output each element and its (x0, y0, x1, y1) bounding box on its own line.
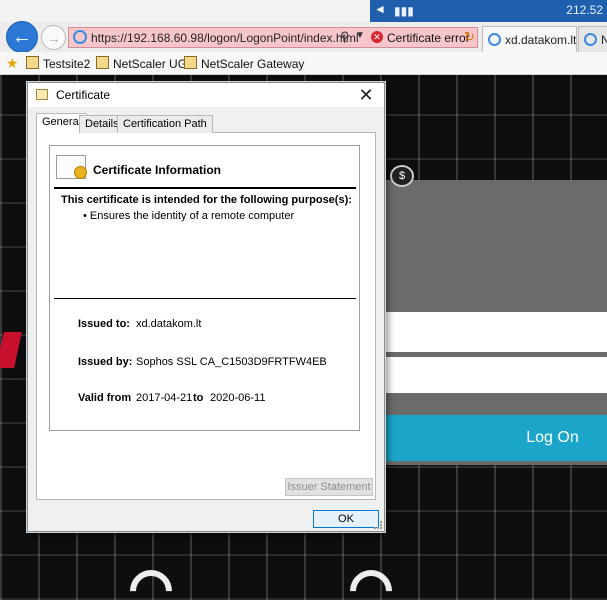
valid-from-value: 2017-04-21 (136, 392, 193, 404)
page-icon (184, 56, 197, 69)
page-icon (96, 56, 109, 69)
dialog-title: Certificate (56, 88, 111, 102)
search-icon[interactable]: ⚲ (340, 29, 350, 45)
page-icon (26, 56, 39, 69)
issued-to-label: Issued to: (78, 318, 130, 330)
certificate-dialog: Certificate ✕ Certificate Information Th… (27, 82, 385, 532)
tab-second[interactable]: Ne (578, 26, 607, 52)
certificate-error-icon[interactable]: ✕ (371, 31, 383, 43)
brand-mark (0, 332, 22, 368)
ie-icon (73, 30, 87, 44)
info-title: Certificate Information (93, 163, 222, 177)
dialog-titlebar: Certificate ✕ (28, 83, 384, 107)
seal-icon (74, 166, 87, 179)
address-url[interactable]: https://192.168.60.98/logon/LogonPoint/i… (91, 31, 359, 45)
ok-button[interactable]: OK (313, 510, 379, 528)
taskbar-ip: 212.52 (566, 3, 603, 17)
purpose-heading: This certificate is intended for the fol… (61, 194, 352, 206)
certificate-info-box: Certificate Information This certificate… (49, 145, 360, 431)
favorite-netscaler-gateway[interactable]: NetScaler Gateway (184, 56, 304, 71)
tab-pane-general: Certificate Information This certificate… (36, 132, 376, 500)
ie-icon (584, 33, 597, 46)
resize-grip[interactable] (374, 521, 382, 529)
tab-certification-path[interactable]: Certification Path (117, 115, 213, 133)
address-bar[interactable]: https://192.168.60.98/logon/LogonPoint/i… (68, 27, 478, 48)
tab-label: xd.datakom.lt (505, 33, 577, 47)
favorites-bar: ★ Testsite2 NetScaler UG NetScaler Gatew… (0, 52, 607, 75)
favorite-label: NetScaler UG (113, 57, 188, 71)
taskbar-strip: ◄ ▮▮▮ 212.52 (370, 0, 607, 22)
certificate-icon (36, 89, 48, 100)
valid-to-label: to (193, 392, 204, 404)
wifi-icon (121, 561, 181, 600)
ie-icon (488, 33, 501, 46)
back-arrow-icon[interactable]: ← (6, 21, 38, 53)
close-icon[interactable]: ✕ (354, 84, 378, 106)
favorite-label: NetScaler Gateway (201, 57, 305, 71)
logon-button[interactable]: Log On (383, 415, 607, 461)
username-field[interactable] (383, 312, 607, 352)
purpose-item: • Ensures the identity of a remote compu… (83, 210, 295, 222)
favorite-netscaler-ug[interactable]: NetScaler UG (96, 56, 187, 71)
issued-by-value: Sophos SSL CA_C1503D9FRTFW4EB (136, 356, 327, 368)
issued-by-label: Issued by: (78, 356, 133, 368)
valid-from-label: Valid from (78, 392, 132, 404)
password-field[interactable] (383, 357, 607, 393)
tab-label: Ne (601, 33, 607, 47)
forward-arrow-icon[interactable]: → (41, 25, 66, 50)
dollar-icon: $ (390, 165, 414, 187)
signal-icon: ▮▮▮ (394, 4, 414, 18)
favorite-testsite2[interactable]: Testsite2 (26, 56, 90, 71)
divider (54, 298, 356, 299)
scroll-arrow-icon: ◄ (374, 2, 386, 16)
chevron-down-icon[interactable]: ▼ (355, 30, 365, 41)
certificate-error-label[interactable]: Certificate error (387, 31, 470, 45)
issued-to-value: xd.datakom.lt (136, 318, 202, 330)
valid-to-value: 2020-06-11 (210, 392, 266, 404)
favorite-label: Testsite2 (43, 57, 91, 71)
issuer-statement-button[interactable]: Issuer Statement (285, 478, 373, 496)
certificate-icon (56, 155, 87, 179)
reload-icon[interactable]: ↻ (464, 29, 475, 45)
wifi-icon (341, 561, 401, 600)
favorites-star-icon[interactable]: ★ (6, 55, 19, 72)
tab-datakom[interactable]: xd.datakom.lt (482, 26, 577, 52)
divider (54, 187, 356, 189)
